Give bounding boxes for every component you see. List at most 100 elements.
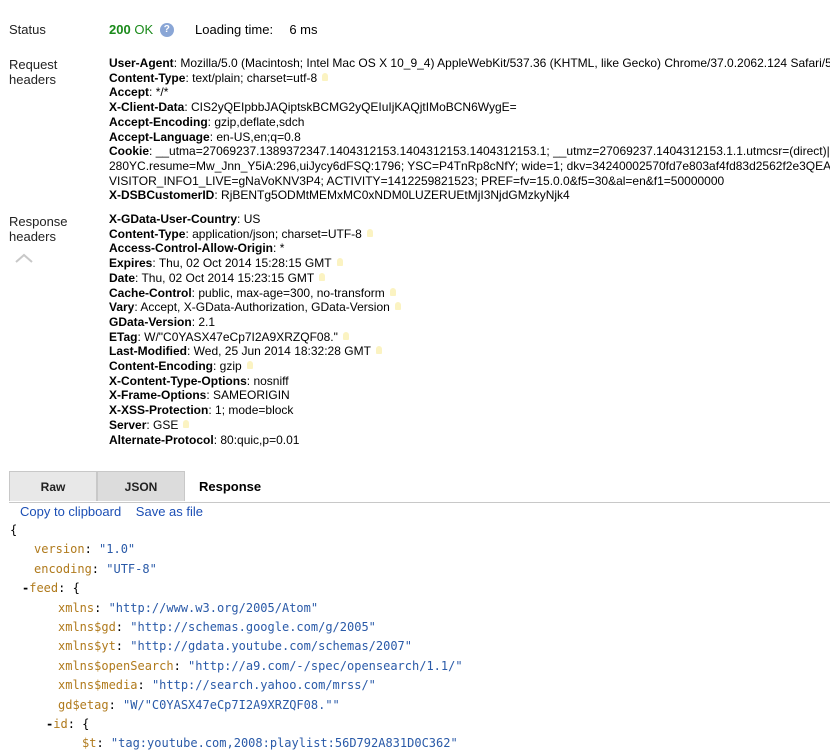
lightbulb-icon[interactable] — [342, 331, 349, 340]
json-brace: { — [72, 581, 80, 596]
json-value: "http://www.w3.org/2005/Atom" — [108, 600, 319, 615]
json-line: xmlns$media: "http://search.yahoo.com/mr… — [58, 678, 376, 693]
chevron-up-icon[interactable] — [15, 253, 33, 263]
header-value: */* — [155, 85, 169, 100]
header-key: Alternate-Protocol — [109, 432, 214, 447]
request-label-line2: headers — [9, 72, 56, 87]
header-value: Thu, 02 Oct 2014 15:23:15 GMT — [141, 270, 315, 285]
lightbulb-icon[interactable] — [319, 272, 326, 281]
header-key: Server — [109, 417, 147, 432]
lightbulb-icon[interactable] — [394, 302, 401, 311]
response-header-line: Date: Thu, 02 Oct 2014 15:23:15 GMT — [109, 271, 401, 286]
header-key: Accept — [109, 85, 150, 100]
response-header-line: Vary: Accept, X-GData-Authorization, GDa… — [109, 300, 401, 315]
request-header-line: User-Agent: Mozilla/5.0 (Macintosh; Inte… — [109, 56, 830, 70]
header-value: __utma=27069237.1389372347.1404312153.14… — [155, 144, 830, 159]
json-brace: { — [82, 716, 90, 731]
request-label-line1: Request — [9, 57, 58, 72]
header-value: Mozilla/5.0 (Macintosh; Intel Mac OS X 1… — [180, 56, 830, 70]
json-value: "UTF-8" — [106, 561, 157, 576]
response-header-line: GData-Version: 2.1 — [109, 314, 216, 329]
response-headers-label: Response headers — [9, 214, 68, 244]
request-header-line: Cookie: __utma=27069237.1389372347.14043… — [109, 144, 830, 159]
json-key: xmlns$media — [58, 678, 138, 693]
header-key: User-Agent — [109, 56, 174, 70]
json-line: xmlns: "http://www.w3.org/2005/Atom" — [58, 600, 319, 615]
lightbulb-icon[interactable] — [366, 228, 373, 237]
response-label-line1: Response — [9, 214, 68, 229]
lightbulb-icon[interactable] — [389, 287, 396, 296]
status-label: Status — [9, 22, 46, 37]
lightbulb-icon[interactable] — [336, 258, 343, 267]
json-line: xmlns$yt: "http://gdata.youtube.com/sche… — [58, 639, 413, 654]
json-key: $t — [82, 736, 97, 751]
response-header-line: Alternate-Protocol: 80:quic,p=0.01 — [109, 432, 300, 447]
json-key: xmlns$yt — [58, 639, 116, 654]
header-value: W/"C0YASX47eCp7I2A9XRZQF08." — [144, 329, 338, 344]
header-value: 1; mode=block — [215, 403, 294, 418]
response-header-line: Last-Modified: Wed, 25 Jun 2014 18:32:28… — [109, 344, 401, 359]
tab-raw[interactable]: Raw — [9, 471, 97, 501]
json-line: encoding: "UTF-8" — [34, 561, 157, 576]
json-value: "W/"C0YASX47eCp7I2A9XRZQF08."" — [123, 697, 340, 712]
response-header-line: X-XSS-Protection: 1; mode=block — [109, 403, 294, 418]
request-header-line: X-DSBCustomerID: RjBENTg5ODMtMEMxMC0xNDM… — [109, 188, 570, 203]
json-key: id — [53, 716, 68, 731]
lightbulb-icon[interactable] — [246, 361, 253, 370]
request-header-line: Content-Type: text/plain; charset=utf-8 — [109, 71, 830, 86]
json-value: "http://a9.com/-/spec/opensearch/1.1/" — [188, 658, 463, 673]
lightbulb-icon[interactable] — [322, 72, 329, 81]
header-value: VISITOR_INFO1_LIVE=gNaVoKNV3P4; ACTIVITY… — [109, 173, 725, 188]
help-icon[interactable]: ? — [159, 23, 174, 37]
json-key: version — [34, 542, 85, 557]
json-line: -id: { — [46, 716, 90, 731]
header-key: X-DSBCustomerID — [109, 188, 215, 203]
response-header-line: ETag: W/"C0YASX47eCp7I2A9XRZQF08." — [109, 330, 401, 345]
header-key: Cache-Control — [109, 285, 192, 300]
json-key: xmlns$openSearch — [58, 658, 174, 673]
header-value: Accept, X-GData-Authorization, GData-Ver… — [140, 300, 390, 315]
save-as-file-link[interactable]: Save as file — [136, 504, 203, 519]
status-text: OK — [134, 22, 154, 37]
header-key: Accept-Encoding — [109, 114, 208, 129]
header-value: Thu, 02 Oct 2014 15:28:15 GMT — [158, 256, 332, 271]
header-key: Access-Control-Allow-Origin — [109, 241, 274, 256]
json-value: "tag:youtube.com,2008:playlist:56D792A83… — [110, 736, 458, 751]
header-value: text/plain; charset=utf-8 — [192, 70, 318, 85]
json-key: xmlns — [58, 600, 95, 615]
json-key: encoding — [34, 561, 92, 576]
header-value: application/json; charset=UTF-8 — [192, 226, 362, 241]
lightbulb-icon[interactable] — [183, 419, 190, 428]
copy-to-clipboard-link[interactable]: Copy to clipboard — [20, 504, 121, 519]
response-header-line: Content-Type: application/json; charset=… — [109, 227, 401, 242]
header-key: Expires — [109, 256, 153, 271]
request-header-line: 280YC.resume=Mw_Jnn_Y5iA:296,uiJycy6dFSQ… — [109, 159, 830, 174]
header-key: X-Frame-Options — [109, 388, 207, 403]
header-value: US — [243, 212, 261, 226]
header-key: ETag — [109, 329, 138, 344]
request-header-line: Accept-Encoding: gzip,deflate,sdch — [109, 114, 305, 129]
header-key: Accept-Language — [109, 129, 210, 144]
header-value: public, max-age=300, no-transform — [198, 285, 385, 300]
header-key: X-XSS-Protection — [109, 403, 209, 418]
request-header-line: Accept-Language: en-US,en;q=0.8 — [109, 129, 301, 144]
json-value: "http://schemas.google.com/g/2005" — [130, 619, 376, 634]
response-header-line: Server: GSE — [109, 418, 401, 433]
json-key: xmlns$gd — [58, 619, 116, 634]
tab-json[interactable]: JSON — [97, 471, 185, 501]
json-view: {version: "1.0" encoding: "UTF-8" -feed: {… — [10, 521, 463, 754]
response-header-line: Cache-Control: public, max-age=300, no-t… — [109, 286, 401, 301]
response-header-line: Content-Encoding: gzip — [109, 359, 401, 374]
json-line: version: "1.0" — [34, 542, 136, 557]
status-row: 200 OK ? Loading time: 6 ms — [109, 22, 317, 37]
request-header-line: X-Client-Data: CIS2yQEIpbbJAQiptskBCMG2y… — [109, 100, 517, 115]
lightbulb-icon[interactable] — [375, 346, 382, 355]
json-value: "http://search.yahoo.com/mrss/" — [151, 678, 376, 693]
header-value: 280YC.resume=Mw_Jnn_Y5iA:296,uiJycy6dFSQ… — [109, 158, 830, 173]
header-key: Content-Type — [109, 226, 186, 241]
header-key: Content-Encoding — [109, 359, 213, 374]
response-headers-list: X-GData-User-Country: US Content-Type: ap… — [109, 212, 401, 447]
header-key: X-Client-Data — [109, 100, 185, 115]
response-tab-title: Response — [199, 479, 262, 494]
loading-time-value: 6 ms — [289, 22, 318, 37]
